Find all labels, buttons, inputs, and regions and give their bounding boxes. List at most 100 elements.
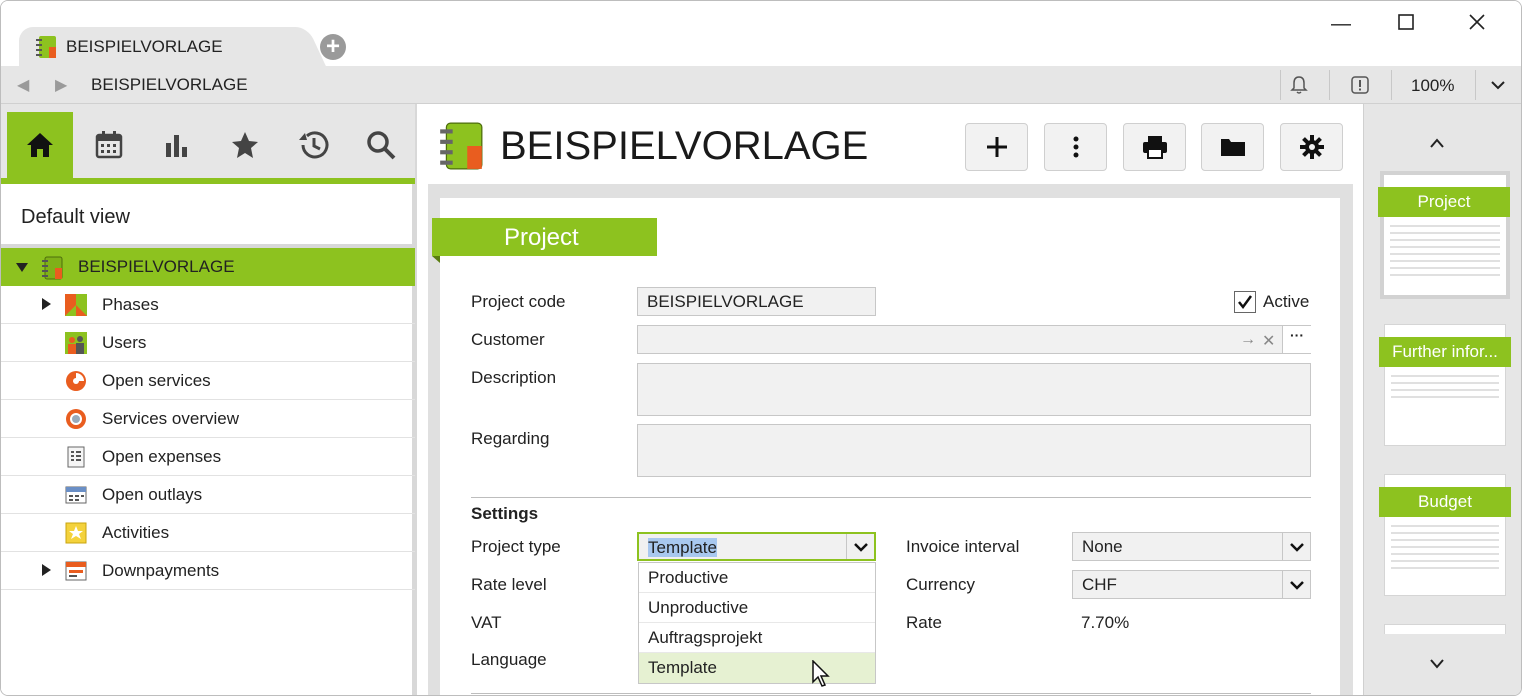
activities-icon bbox=[65, 522, 87, 544]
thumbnail-further-information[interactable]: Further infor... bbox=[1379, 324, 1511, 446]
regarding-field[interactable] bbox=[637, 424, 1311, 477]
description-field[interactable] bbox=[637, 363, 1311, 416]
thumbnail-budget[interactable]: Budget bbox=[1379, 474, 1511, 596]
tree-item-services-overview[interactable]: Services overview bbox=[1, 400, 415, 438]
folder-icon bbox=[1220, 139, 1245, 156]
thumbnail-preview bbox=[1390, 225, 1500, 281]
home-button[interactable] bbox=[7, 112, 73, 178]
tree-item-open-expenses[interactable]: Open expenses bbox=[1, 438, 415, 476]
tree-item-label: Users bbox=[102, 333, 147, 352]
currency-select[interactable]: CHF bbox=[1072, 570, 1311, 599]
settings-heading: Settings bbox=[471, 504, 539, 523]
dropdown-option-unproductive[interactable]: Unproductive bbox=[639, 593, 875, 623]
expand-arrow-icon[interactable] bbox=[42, 564, 51, 576]
settings-button[interactable] bbox=[1280, 123, 1343, 171]
tree-item-users[interactable]: Users bbox=[1, 324, 415, 362]
tree-item-project[interactable]: BEISPIELVORLAGE bbox=[1, 248, 415, 286]
tree-item-activities[interactable]: Activities bbox=[1, 514, 415, 552]
calendar-icon bbox=[95, 131, 123, 159]
project-form: Project Project code BEISPIELVORLAGE Act… bbox=[432, 198, 1340, 695]
tree-item-label: Open expenses bbox=[102, 447, 222, 466]
clear-icon[interactable]: ✕ bbox=[1262, 331, 1275, 351]
alert-icon[interactable] bbox=[1350, 75, 1370, 100]
currency-label: Currency bbox=[906, 575, 975, 594]
tree-item-open-services[interactable]: Open services bbox=[1, 362, 415, 400]
tree-item-phases[interactable]: Phases bbox=[1, 286, 415, 324]
print-button[interactable] bbox=[1123, 123, 1186, 171]
divider bbox=[471, 497, 1311, 498]
dropdown-option-auftragsprojekt[interactable]: Auftragsprojekt bbox=[639, 623, 875, 653]
project-type-select[interactable]: Template bbox=[637, 532, 876, 561]
project-code-label: Project code bbox=[471, 292, 566, 311]
expand-arrow-icon[interactable] bbox=[16, 263, 28, 272]
nav-toolbar bbox=[1, 104, 415, 184]
search-button[interactable] bbox=[348, 112, 414, 178]
history-button[interactable] bbox=[280, 112, 346, 178]
tree-item-open-outlays[interactable]: Open outlays bbox=[1, 476, 415, 514]
chevron-down-icon[interactable] bbox=[1282, 533, 1310, 560]
folder-button[interactable] bbox=[1201, 123, 1264, 171]
statistics-button[interactable] bbox=[144, 112, 210, 178]
thumbnail-project[interactable]: Project bbox=[1378, 171, 1510, 299]
dropdown-option-template[interactable]: Template bbox=[639, 653, 875, 683]
close-icon[interactable] bbox=[1462, 13, 1492, 36]
minimize-icon[interactable]: — bbox=[1326, 13, 1356, 36]
tree-item-downpayments[interactable]: Downpayments bbox=[1, 552, 415, 590]
tab-title: BEISPIELVORLAGE bbox=[66, 37, 223, 56]
favorites-button[interactable] bbox=[212, 112, 278, 178]
chevron-down-icon[interactable] bbox=[1490, 77, 1506, 97]
search-icon bbox=[367, 131, 396, 160]
new-tab-icon[interactable]: + bbox=[320, 34, 346, 60]
expand-arrow-icon[interactable] bbox=[42, 298, 51, 310]
chevron-down-icon[interactable] bbox=[1282, 571, 1310, 598]
project-type-value: Template bbox=[648, 538, 717, 557]
active-checkbox[interactable] bbox=[1234, 291, 1256, 313]
plus-icon bbox=[986, 137, 1007, 157]
chevron-down-icon[interactable] bbox=[1429, 652, 1445, 675]
arrow-right-icon[interactable]: → bbox=[1240, 331, 1256, 349]
view-title[interactable]: Default view bbox=[21, 206, 130, 229]
active-label: Active bbox=[1263, 292, 1310, 311]
more-button[interactable] bbox=[1044, 123, 1107, 171]
phases-icon bbox=[65, 294, 87, 316]
divider bbox=[1391, 70, 1392, 100]
notebook-icon bbox=[436, 121, 486, 176]
chevron-down-icon[interactable] bbox=[846, 534, 874, 559]
zoom-level[interactable]: 100% bbox=[1411, 76, 1454, 96]
add-button[interactable] bbox=[965, 123, 1028, 171]
title-bar: BEISPIELVORLAGE + — bbox=[1, 1, 1521, 67]
bell-icon[interactable] bbox=[1289, 75, 1309, 100]
rate-level-label: Rate level bbox=[471, 575, 547, 594]
chevron-up-icon[interactable] bbox=[1429, 132, 1445, 155]
customer-field[interactable]: → ✕ ··· bbox=[637, 325, 1311, 354]
address-title: BEISPIELVORLAGE bbox=[91, 75, 248, 94]
page-title: BEISPIELVORLAGE bbox=[500, 124, 869, 168]
project-code-field[interactable]: BEISPIELVORLAGE bbox=[637, 287, 876, 316]
section-navigator: Project Further infor... Budget bbox=[1363, 104, 1521, 695]
language-label: Language bbox=[471, 650, 547, 669]
rate-label: Rate bbox=[906, 613, 942, 632]
tree-item-label: Activities bbox=[102, 523, 170, 542]
gear-icon bbox=[1299, 135, 1324, 159]
browser-tab[interactable]: BEISPIELVORLAGE bbox=[19, 27, 303, 67]
divider bbox=[1329, 70, 1330, 100]
content-frame: Project Project code BEISPIELVORLAGE Act… bbox=[428, 184, 1353, 695]
open-services-icon bbox=[65, 370, 87, 392]
thumbnail-label: Budget bbox=[1379, 487, 1511, 517]
history-icon bbox=[299, 131, 329, 159]
invoice-interval-label: Invoice interval bbox=[906, 537, 1020, 556]
receipt-icon bbox=[65, 446, 87, 468]
dropdown-option-productive[interactable]: Productive bbox=[639, 563, 875, 593]
forward-icon[interactable]: ▶ bbox=[55, 75, 67, 95]
calendar-button[interactable] bbox=[76, 112, 142, 178]
invoice-interval-select[interactable]: None bbox=[1072, 532, 1311, 561]
thumbnail-next[interactable] bbox=[1384, 624, 1506, 634]
printer-icon bbox=[1142, 136, 1167, 159]
project-type-dropdown: Productive Unproductive Auftragsprojekt … bbox=[638, 562, 876, 684]
ellipsis-icon[interactable]: ··· bbox=[1282, 326, 1311, 353]
app-window: BEISPIELVORLAGE + — ◀ ▶ BEISPIELVORLAGE … bbox=[0, 0, 1522, 696]
maximize-icon[interactable] bbox=[1391, 13, 1421, 36]
project-type-label: Project type bbox=[471, 537, 561, 556]
back-icon[interactable]: ◀ bbox=[17, 75, 29, 95]
notebook-icon bbox=[35, 35, 57, 64]
